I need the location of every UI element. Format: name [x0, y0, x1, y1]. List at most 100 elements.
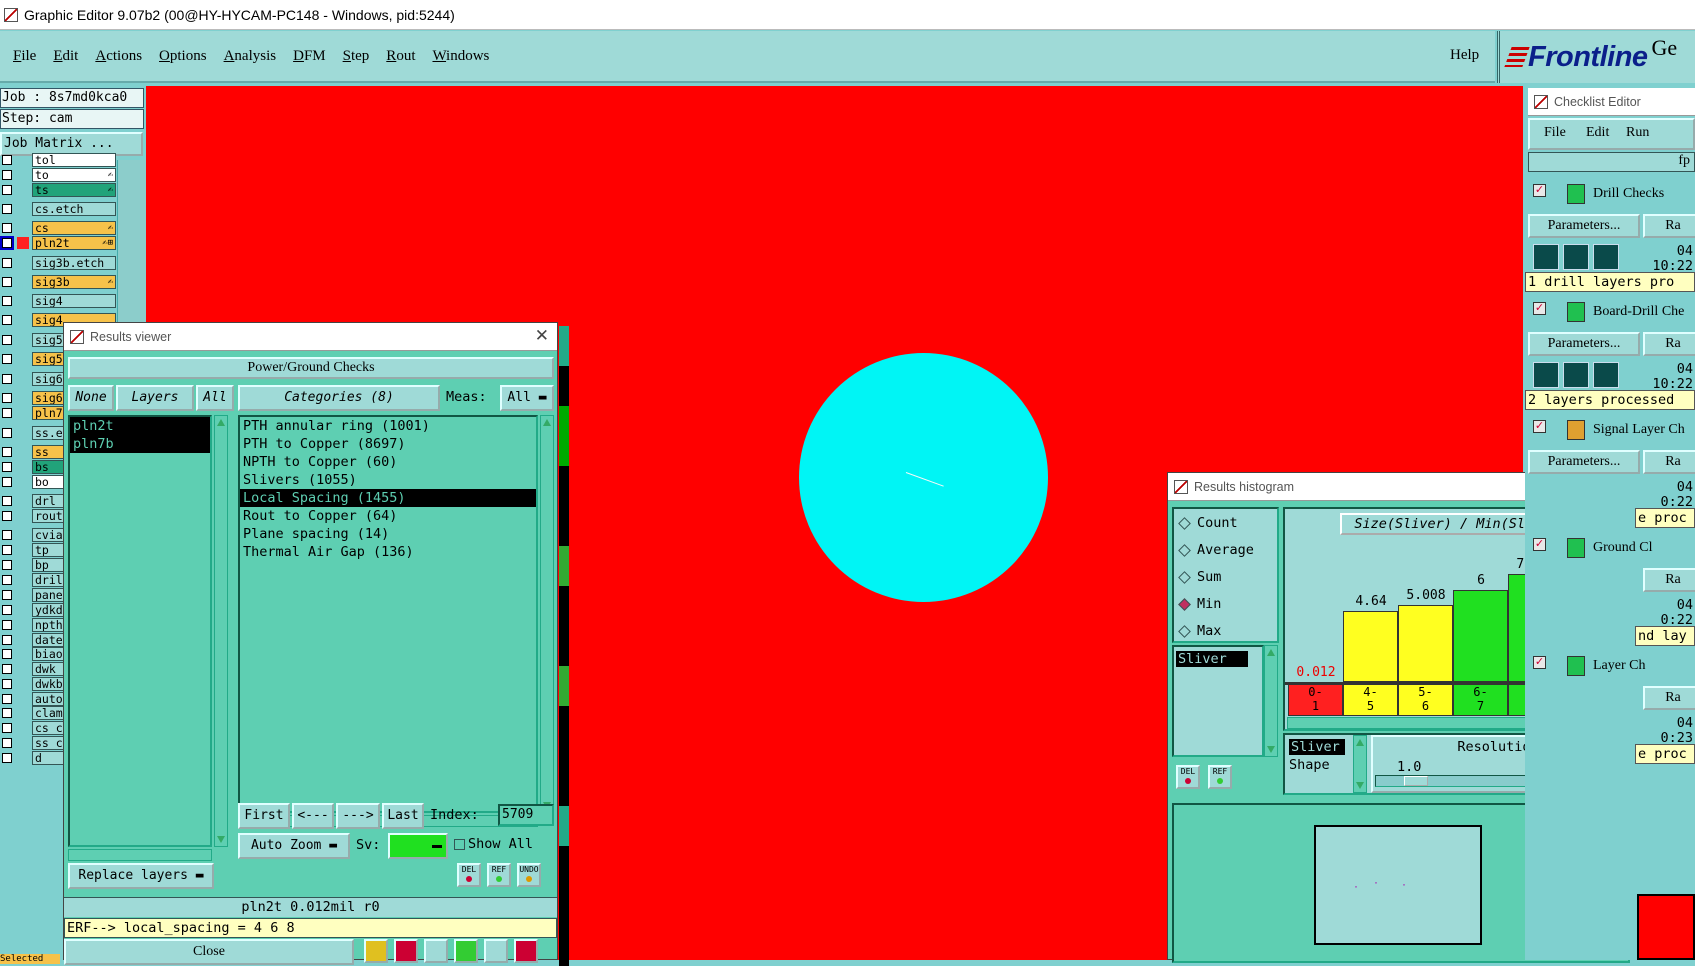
checklist-menu-edit[interactable]: Edit — [1586, 125, 1609, 141]
layer-list-vscroll[interactable] — [214, 415, 228, 847]
layer-name[interactable]: pln2t ✍⊞ — [32, 236, 116, 250]
layer-row[interactable]: biao — [0, 647, 116, 661]
check-name[interactable]: Board-Drill Che — [1593, 304, 1684, 320]
count-radio[interactable]: Count — [1178, 515, 1238, 531]
layer-checkbox[interactable] — [2, 408, 12, 418]
layer-row[interactable]: pln7 — [0, 406, 116, 420]
section-checkbox[interactable]: ✓ — [1533, 656, 1546, 669]
category-list[interactable]: PTH annular ring (1001) PTH to Copper (8… — [238, 415, 538, 813]
first-button[interactable]: First — [238, 803, 290, 829]
check-action-icon[interactable] — [1533, 362, 1559, 388]
layer-row[interactable]: bo — [0, 475, 116, 489]
layer-row[interactable]: sig4 — [0, 294, 116, 308]
replace-layers-select[interactable]: Replace layers ▬ — [68, 863, 214, 889]
list-item[interactable]: Thermal Air Gap (136) — [240, 543, 536, 561]
chart-icon[interactable] — [514, 939, 538, 963]
menu-analysis[interactable]: Analysis — [224, 48, 277, 65]
run-button[interactable]: Ra — [1643, 686, 1695, 710]
layer-checkbox[interactable] — [2, 679, 12, 689]
check-action-icon[interactable] — [1563, 244, 1589, 270]
layer-checkbox[interactable] — [2, 462, 12, 472]
layer-row[interactable]: pane — [0, 588, 116, 602]
measure-list-vscroll[interactable] — [1264, 645, 1278, 757]
layer-checkbox[interactable] — [2, 477, 12, 487]
layer-row[interactable]: sig4 — [0, 313, 116, 327]
layer-checkbox[interactable] — [2, 649, 12, 659]
check-action-icon[interactable] — [1563, 362, 1589, 388]
layer-row[interactable]: cs ✍ — [0, 221, 116, 235]
menu-rout[interactable]: Rout — [386, 48, 415, 65]
layer-row[interactable]: rout — [0, 509, 116, 523]
layer-name[interactable]: sig4 — [32, 294, 116, 308]
prev-button[interactable]: <--- — [292, 803, 334, 829]
layer-checkbox[interactable] — [2, 155, 12, 165]
histogram-bar[interactable] — [1343, 611, 1398, 682]
layer-name[interactable]: sig3b ✍ — [32, 275, 116, 289]
check-action-icon[interactable] — [1593, 244, 1619, 270]
histogram-del-button[interactable]: DEL — [1176, 765, 1200, 789]
auto-zoom-select[interactable]: Auto Zoom ▬ — [238, 833, 350, 859]
min-radio[interactable]: Min — [1178, 596, 1221, 612]
list-item[interactable]: pln2t — [70, 417, 210, 435]
layer-checkbox[interactable] — [2, 694, 12, 704]
max-radio[interactable]: Max — [1178, 623, 1221, 639]
layer-name[interactable]: cs.etch — [32, 202, 116, 216]
check-name[interactable]: Signal Layer Ch — [1593, 422, 1685, 438]
layer-checkbox[interactable] — [2, 223, 12, 233]
list-item[interactable]: Slivers (1055) — [240, 471, 536, 489]
list-item[interactable]: PTH annular ring (1001) — [240, 417, 536, 435]
histogram-bar[interactable] — [1398, 605, 1453, 682]
index-input[interactable]: 5709 — [498, 804, 554, 826]
layer-checkbox[interactable] — [2, 605, 12, 615]
layer-checkbox[interactable] — [2, 738, 12, 748]
checklist-menu-file[interactable]: File — [1544, 125, 1566, 141]
layer-checkbox[interactable] — [2, 545, 12, 555]
undo-button[interactable]: UNDO — [517, 863, 541, 887]
layer-row[interactable]: ss.e — [0, 426, 116, 440]
layer-checkbox[interactable] — [2, 496, 12, 506]
layer-row[interactable]: d — [0, 751, 116, 765]
show-all-checkbox[interactable] — [454, 839, 465, 850]
layer-checkbox[interactable] — [2, 575, 12, 585]
close-button[interactable]: Close — [64, 939, 354, 965]
layer-row[interactable]: dwkb — [0, 677, 116, 691]
layer-checkbox[interactable] — [2, 753, 12, 763]
layer-checkbox[interactable] — [2, 277, 12, 287]
menu-windows[interactable]: Windows — [432, 48, 489, 65]
toolbar-icon-5[interactable] — [484, 939, 508, 963]
menu-dfm[interactable]: DFM — [293, 48, 326, 65]
parameters-button[interactable]: Parameters... — [1528, 214, 1640, 238]
layer-checkbox[interactable] — [2, 635, 12, 645]
layer-checkbox[interactable] — [2, 620, 12, 630]
layer-row[interactable]: date — [0, 633, 116, 647]
check-name[interactable]: Drill Checks — [1593, 186, 1664, 202]
section-checkbox[interactable]: ✓ — [1533, 184, 1546, 197]
layer-checkbox[interactable] — [2, 185, 12, 195]
meas-select[interactable]: All ▬ — [500, 385, 554, 411]
layer-row[interactable]: dril — [0, 573, 116, 587]
check-action-icon[interactable] — [1593, 362, 1619, 388]
menu-edit[interactable]: Edit — [53, 48, 78, 65]
legend-vscroll[interactable] — [1353, 735, 1367, 793]
layer-row[interactable]: sig3b ✍ — [0, 275, 116, 289]
layer-row[interactable]: clam — [0, 706, 116, 720]
parameters-button[interactable]: Parameters... — [1528, 450, 1640, 474]
layer-checkbox[interactable] — [2, 204, 12, 214]
histogram-bar[interactable] — [1453, 590, 1508, 682]
close-icon[interactable]: ✕ — [535, 326, 549, 346]
layer-row[interactable]: cs.etch — [0, 202, 116, 216]
measure-list[interactable]: Sliver — [1172, 645, 1264, 757]
layer-name[interactable]: sig3b.etch — [32, 256, 116, 270]
layer-checkbox[interactable] — [2, 590, 12, 600]
section-checkbox[interactable]: ✓ — [1533, 538, 1546, 551]
ref-button[interactable]: REF — [487, 863, 511, 887]
next-button[interactable]: ---> — [336, 803, 380, 829]
layer-row[interactable]: tp — [0, 543, 116, 557]
layer-list-hscroll[interactable] — [68, 849, 212, 861]
layer-row[interactable]: ts ✍ — [0, 183, 116, 197]
check-name[interactable]: Layer Ch — [1593, 658, 1645, 674]
layer-checkbox[interactable] — [2, 511, 12, 521]
layer-name[interactable]: to ✍ — [32, 168, 116, 182]
average-radio[interactable]: Average — [1178, 542, 1254, 558]
section-checkbox[interactable]: ✓ — [1533, 302, 1546, 315]
